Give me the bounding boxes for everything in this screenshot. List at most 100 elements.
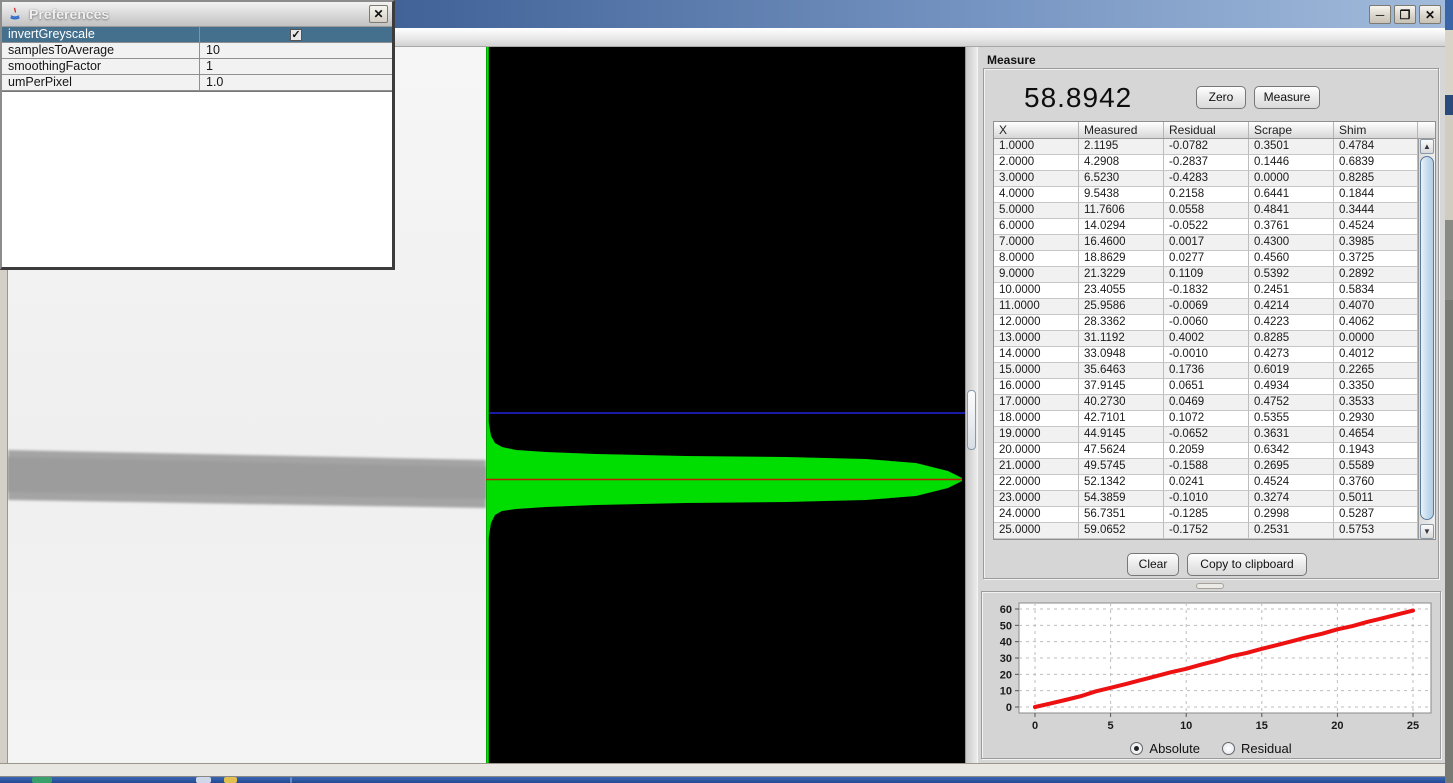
table-cell: -0.2837 [1164, 155, 1249, 171]
table-row[interactable]: 17.000040.27300.04690.47520.3533 [994, 395, 1418, 411]
column-header-shim[interactable]: Shim [1334, 122, 1418, 138]
scroll-up-icon[interactable]: ▲ [1420, 139, 1434, 154]
measure-button[interactable]: Measure [1254, 86, 1320, 109]
table-cell: 0.0241 [1164, 475, 1249, 491]
table-cell: 0.4934 [1249, 379, 1334, 395]
radio-absolute-circle-icon[interactable] [1130, 742, 1143, 755]
table-row[interactable]: 18.000042.71010.10720.53550.2930 [994, 411, 1418, 427]
table-row[interactable]: 9.000021.32290.11090.53920.2892 [994, 267, 1418, 283]
table-row[interactable]: 22.000052.13420.02410.45240.3760 [994, 475, 1418, 491]
table-cell: -0.0069 [1164, 299, 1249, 315]
preferences-close-button[interactable]: ✕ [369, 5, 388, 23]
table-vertical-scrollbar[interactable]: ▲ ▼ [1418, 139, 1435, 539]
table-row[interactable]: 4.00009.54380.21580.64410.1844 [994, 187, 1418, 203]
table-cell: -0.1752 [1164, 523, 1249, 539]
radio-residual[interactable]: Residual [1222, 741, 1292, 756]
table-row[interactable]: 7.000016.46000.00170.43000.3985 [994, 235, 1418, 251]
preferences-titlebar[interactable]: Preferences ✕ [2, 2, 392, 27]
table-row[interactable]: 13.000031.11920.40020.82850.0000 [994, 331, 1418, 347]
pref-row-umPerPixel[interactable]: umPerPixel 1.0 [2, 75, 392, 91]
table-cell: 0.8285 [1249, 331, 1334, 347]
table-cell: 0.6441 [1249, 187, 1334, 203]
table-cell: 16.4600 [1079, 235, 1164, 251]
table-row[interactable]: 2.00004.2908-0.28370.14460.6839 [994, 155, 1418, 171]
measured-value-display: 58.8942 [1024, 82, 1132, 114]
pref-value[interactable]: 1.0 [200, 75, 392, 90]
table-row[interactable]: 12.000028.3362-0.00600.42230.4062 [994, 315, 1418, 331]
table-cell: -0.4283 [1164, 171, 1249, 187]
table-row[interactable]: 14.000033.0948-0.00100.42730.4012 [994, 347, 1418, 363]
table-row[interactable]: 8.000018.86290.02770.45600.3725 [994, 251, 1418, 267]
image-vertical-scrollbar[interactable] [965, 47, 977, 763]
column-header-residual[interactable]: Residual [1164, 122, 1249, 138]
table-row[interactable]: 19.000044.9145-0.06520.36310.4654 [994, 427, 1418, 443]
table-cell: 0.1943 [1334, 443, 1418, 459]
table-row[interactable]: 23.000054.3859-0.10100.32740.5011 [994, 491, 1418, 507]
pref-name: umPerPixel [2, 75, 200, 90]
pref-row-smoothingFactor[interactable]: smoothingFactor 1 [2, 59, 392, 75]
taskbar-icon [224, 777, 237, 783]
close-button[interactable]: ✕ [1419, 5, 1441, 24]
column-header-scrape[interactable]: Scrape [1249, 122, 1334, 138]
table-cell: 0.1109 [1164, 267, 1249, 283]
scroll-down-icon[interactable]: ▼ [1420, 524, 1434, 539]
column-header-empty [1418, 122, 1435, 138]
taskbar-icon [32, 777, 52, 783]
invert-greyscale-checkbox[interactable]: ✓ [290, 29, 302, 41]
chart-mode-radio-group: Absolute Residual [982, 741, 1440, 756]
table-row[interactable]: 6.000014.0294-0.05220.37610.4524 [994, 219, 1418, 235]
table-row[interactable]: 21.000049.5745-0.15880.26950.5589 [994, 459, 1418, 475]
table-row[interactable]: 20.000047.56240.20590.63420.1943 [994, 443, 1418, 459]
table-cell: 21.3229 [1079, 267, 1164, 283]
table-row[interactable]: 24.000056.7351-0.12850.29980.5287 [994, 507, 1418, 523]
svg-text:10: 10 [1000, 686, 1012, 698]
table-row[interactable]: 10.000023.4055-0.18320.24510.5834 [994, 283, 1418, 299]
table-row[interactable]: 16.000037.91450.06510.49340.3350 [994, 379, 1418, 395]
column-header-measured[interactable]: Measured [1079, 122, 1164, 138]
table-cell: 15.0000 [994, 363, 1079, 379]
table-cell: 17.0000 [994, 395, 1079, 411]
scrollbar-thumb[interactable] [967, 390, 976, 450]
measure-panel-title: Measure [987, 53, 1036, 67]
table-row[interactable]: 25.000059.0652-0.17520.25310.5753 [994, 523, 1418, 539]
pref-name: samplesToAverage [2, 43, 200, 58]
table-cell: 37.9145 [1079, 379, 1164, 395]
preferences-table[interactable]: invertGreyscale ✓ samplesToAverage 10 sm… [2, 27, 392, 92]
table-cell: 0.3444 [1334, 203, 1418, 219]
table-cell: 25.0000 [994, 523, 1079, 539]
table-row[interactable]: 11.000025.9586-0.00690.42140.4070 [994, 299, 1418, 315]
table-cell: 0.4752 [1249, 395, 1334, 411]
radio-absolute[interactable]: Absolute [1130, 741, 1200, 756]
table-scrollbar-thumb[interactable] [1420, 156, 1434, 520]
table-cell: 0.0651 [1164, 379, 1249, 395]
table-cell: 49.5745 [1079, 459, 1164, 475]
pref-value[interactable]: 1 [200, 59, 392, 74]
pref-row-samplesToAverage[interactable]: samplesToAverage 10 [2, 43, 392, 59]
preferences-dialog[interactable]: Preferences ✕ invertGreyscale ✓ samplesT… [0, 0, 395, 270]
table-row[interactable]: 5.000011.76060.05580.48410.3444 [994, 203, 1418, 219]
table-cell: 0.4012 [1334, 347, 1418, 363]
copy-to-clipboard-button[interactable]: Copy to clipboard [1187, 553, 1307, 576]
intensity-profile-panel[interactable] [486, 47, 965, 763]
table-cell: 7.0000 [994, 235, 1079, 251]
column-header-x[interactable]: X [994, 122, 1079, 138]
clear-button[interactable]: Clear [1127, 553, 1179, 576]
svg-text:40: 40 [1000, 637, 1012, 649]
table-cell: 0.4214 [1249, 299, 1334, 315]
maximize-button[interactable]: ❐ [1394, 5, 1416, 24]
table-row[interactable]: 3.00006.5230-0.42830.00000.8285 [994, 171, 1418, 187]
table-cell: 56.7351 [1079, 507, 1164, 523]
table-row[interactable]: 1.00002.1195-0.07820.35010.4784 [994, 139, 1418, 155]
zero-button[interactable]: Zero [1196, 86, 1246, 109]
measurements-table[interactable]: XMeasuredResidualScrapeShim 1.00002.1195… [993, 121, 1436, 540]
table-cell: 0.4784 [1334, 139, 1418, 155]
pref-row-invertGreyscale[interactable]: invertGreyscale ✓ [2, 27, 392, 43]
table-row[interactable]: 15.000035.64630.17360.60190.2265 [994, 363, 1418, 379]
pref-value[interactable]: 10 [200, 43, 392, 58]
table-cell: 5.0000 [994, 203, 1079, 219]
table-cell: 0.2265 [1334, 363, 1418, 379]
radio-residual-circle-icon[interactable] [1222, 742, 1235, 755]
splitter-handle[interactable] [1196, 583, 1224, 589]
table-cell: 42.7101 [1079, 411, 1164, 427]
minimize-button[interactable]: ─ [1369, 5, 1391, 24]
